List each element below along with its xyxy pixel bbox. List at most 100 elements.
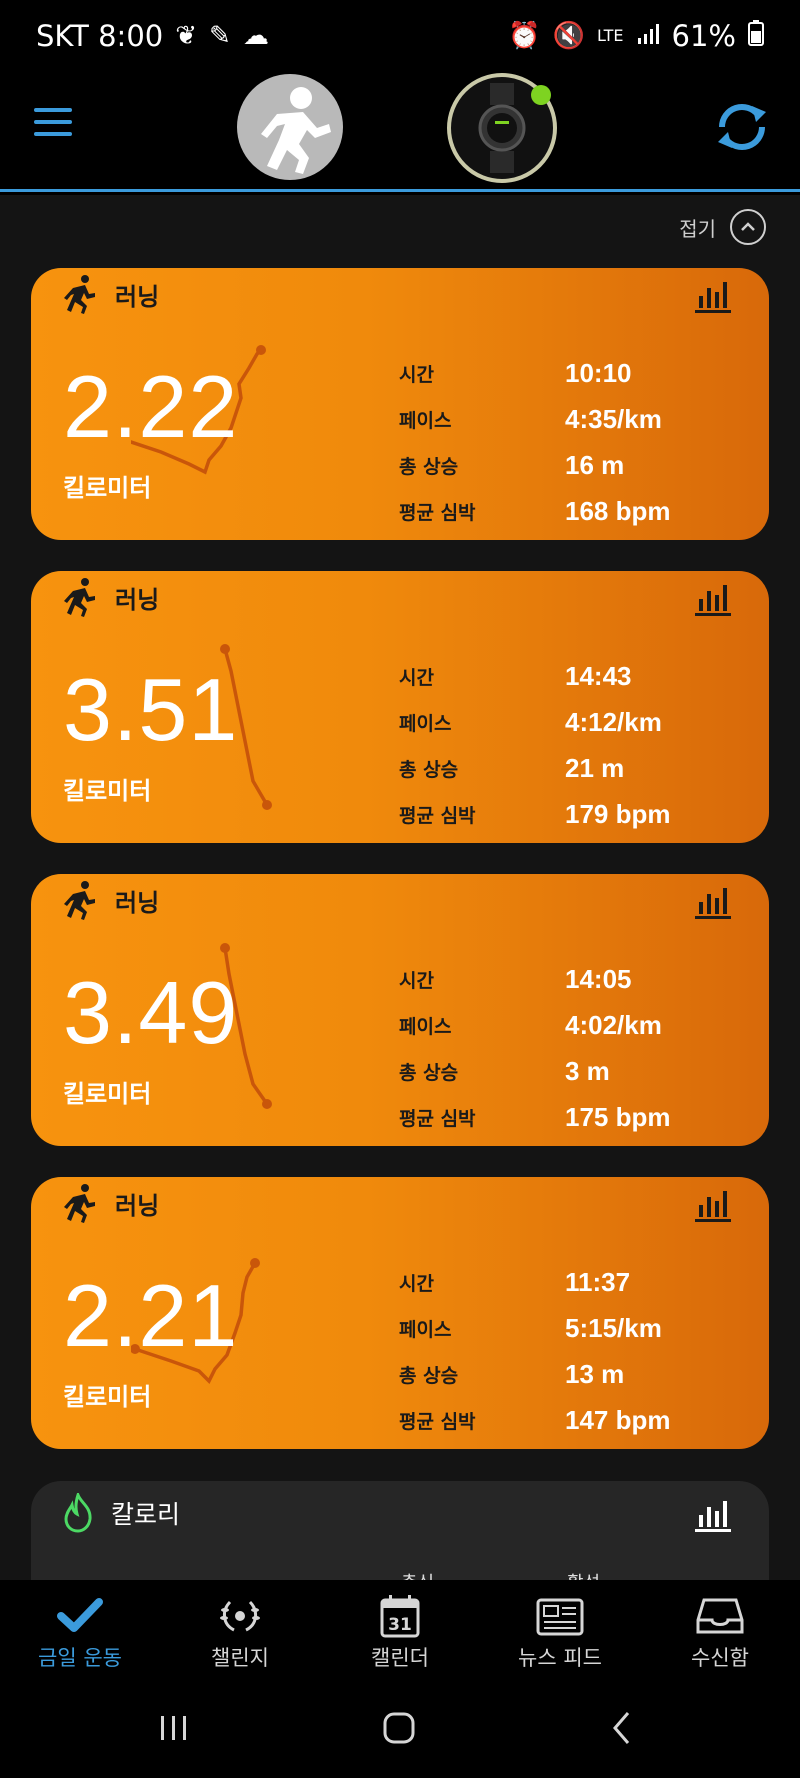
stat-row: 시간 14:05 bbox=[399, 956, 739, 1002]
system-navigation bbox=[0, 1680, 800, 1778]
stat-value: 16 m bbox=[565, 449, 625, 480]
stat-row: 페이스 5:15/km bbox=[399, 1305, 739, 1351]
stat-value: 179 bpm bbox=[565, 798, 671, 829]
stat-value: 14:43 bbox=[565, 660, 632, 691]
running-icon bbox=[64, 881, 95, 920]
activity-type-label: 러닝 bbox=[115, 1191, 160, 1220]
chart-icon[interactable] bbox=[695, 583, 731, 617]
runner-avatar-icon[interactable] bbox=[237, 74, 343, 180]
stat-row: 시간 11:37 bbox=[399, 1259, 739, 1305]
running-icon bbox=[64, 578, 95, 617]
flame-icon bbox=[64, 1493, 92, 1533]
stat-label: 평균 심박 bbox=[399, 1107, 476, 1130]
stat-row: 시간 10:10 bbox=[399, 350, 739, 396]
nav-label: 수신함 bbox=[691, 1646, 749, 1670]
stats-list: 시간 11:37 페이스 5:15/km 총 상승 13 m 평균 심박 147 bpm bbox=[399, 1259, 739, 1443]
calorie-label: 칼로리 bbox=[111, 1500, 181, 1529]
stat-row: 평균 심박 175 bpm bbox=[399, 1094, 739, 1140]
nav-today-workout[interactable]: 금일 운동 bbox=[0, 1580, 160, 1680]
recent-apps-icon[interactable] bbox=[158, 1708, 190, 1748]
stat-label: 평균 심박 bbox=[399, 501, 476, 524]
distance-unit: 킬로미터 bbox=[63, 1080, 152, 1108]
stat-row: 총 상승 21 m bbox=[399, 745, 739, 791]
back-icon[interactable] bbox=[610, 1708, 634, 1748]
sync-icon[interactable] bbox=[714, 102, 770, 152]
signal-icon bbox=[636, 19, 660, 53]
distance-value: 2.22 bbox=[63, 357, 239, 456]
cloud-icon: ☁ bbox=[242, 21, 269, 51]
nav-calendar[interactable]: 31 캘린더 bbox=[320, 1580, 480, 1680]
stat-value: 175 bpm bbox=[565, 1101, 671, 1132]
stat-row: 페이스 4:02/km bbox=[399, 1002, 739, 1048]
network-label: LTE bbox=[596, 26, 624, 45]
chevron-up-icon bbox=[730, 209, 766, 245]
bottom-navigation: 금일 운동 챌린지 31 캘린더 뉴스 피드 수신함 bbox=[0, 1580, 800, 1680]
chart-icon[interactable] bbox=[695, 886, 731, 920]
stat-label: 페이스 bbox=[399, 1318, 452, 1341]
stat-row: 페이스 4:35/km bbox=[399, 396, 739, 442]
inbox-icon bbox=[694, 1594, 746, 1638]
notification-icon: ❦ bbox=[175, 21, 198, 51]
watch-device-icon[interactable] bbox=[447, 73, 557, 183]
stat-label: 시간 bbox=[399, 969, 434, 992]
stat-label: 시간 bbox=[399, 363, 434, 386]
nav-challenge[interactable]: 챌린지 bbox=[160, 1580, 320, 1680]
stat-value: 4:02/km bbox=[565, 1009, 662, 1040]
home-icon[interactable] bbox=[382, 1708, 416, 1748]
app-header bbox=[0, 72, 800, 192]
shoe-icon: ✎ bbox=[209, 21, 231, 51]
stat-row: 평균 심박 147 bpm bbox=[399, 1397, 739, 1443]
running-icon bbox=[64, 1184, 95, 1223]
connection-status-dot bbox=[531, 85, 551, 105]
collapse-button[interactable]: 접기 bbox=[679, 209, 766, 245]
stats-list: 시간 14:43 페이스 4:12/km 총 상승 21 m 평균 심박 179 bpm bbox=[399, 653, 739, 837]
nav-label: 금일 운동 bbox=[38, 1646, 122, 1670]
stat-label: 페이스 bbox=[399, 712, 452, 735]
stats-list: 시간 10:10 페이스 4:35/km 총 상승 16 m 평균 심박 168 bpm bbox=[399, 350, 739, 534]
distance-value: 3.49 bbox=[63, 963, 239, 1062]
activity-card[interactable]: 러닝 3.51 킬로미터 시간 14:43 페이스 4:12/km 총 상승 21 m… bbox=[31, 571, 769, 843]
stat-label: 총 상승 bbox=[399, 1364, 459, 1387]
stat-label: 페이스 bbox=[399, 409, 452, 432]
stat-value: 4:35/km bbox=[565, 403, 662, 434]
activity-card[interactable]: 러닝 2.21 킬로미터 시간 11:37 페이스 5:15/km 총 상승 13 m… bbox=[31, 1177, 769, 1449]
stat-label: 총 상승 bbox=[399, 1061, 459, 1084]
distance-value: 2.21 bbox=[63, 1266, 239, 1365]
nav-inbox[interactable]: 수신함 bbox=[640, 1580, 800, 1680]
alarm-icon: ⏰ bbox=[508, 21, 541, 51]
calorie-peek-left: 총식 bbox=[401, 1569, 567, 1580]
stat-row: 페이스 4:12/km bbox=[399, 699, 739, 745]
distance-value: 3.51 bbox=[63, 660, 239, 759]
chart-icon[interactable] bbox=[695, 1499, 731, 1533]
calorie-peek-right: 활성 bbox=[567, 1569, 733, 1580]
nav-news-feed[interactable]: 뉴스 피드 bbox=[480, 1580, 640, 1680]
chart-icon[interactable] bbox=[695, 1189, 731, 1223]
status-bar: SKT 8:00 ❦ ✎ ☁ ⏰ 🔇 LTE 61% bbox=[0, 0, 800, 72]
stat-row: 총 상승 3 m bbox=[399, 1048, 739, 1094]
stat-label: 총 상승 bbox=[399, 758, 459, 781]
stat-value: 21 m bbox=[565, 752, 625, 783]
calendar-day: 31 bbox=[388, 1615, 412, 1635]
checkmark-icon bbox=[54, 1594, 106, 1638]
activity-card[interactable]: 러닝 3.49 킬로미터 시간 14:05 페이스 4:02/km 총 상승 3 m … bbox=[31, 874, 769, 1146]
distance-unit: 킬로미터 bbox=[63, 474, 152, 502]
stat-value: 147 bpm bbox=[565, 1404, 671, 1435]
stat-label: 시간 bbox=[399, 1272, 434, 1295]
activity-type-label: 러닝 bbox=[115, 282, 160, 311]
carrier-time: SKT 8:00 bbox=[36, 19, 164, 53]
stat-value: 3 m bbox=[565, 1055, 610, 1086]
stat-value: 10:10 bbox=[565, 357, 632, 388]
stat-row: 총 상승 16 m bbox=[399, 442, 739, 488]
hamburger-menu-icon[interactable] bbox=[34, 108, 72, 138]
activity-type-label: 러닝 bbox=[115, 585, 160, 614]
activity-type-label: 러닝 bbox=[115, 888, 160, 917]
stat-value: 5:15/km bbox=[565, 1312, 662, 1343]
calorie-card[interactable]: 칼로리 총식 활성 bbox=[31, 1481, 769, 1580]
chart-icon[interactable] bbox=[695, 280, 731, 314]
stat-row: 평균 심박 179 bpm bbox=[399, 791, 739, 837]
activity-card[interactable]: 러닝 2.22 킬로미터 시간 10:10 페이스 4:35/km 총 상승 16 m… bbox=[31, 268, 769, 540]
stat-value: 168 bpm bbox=[565, 495, 671, 526]
mute-icon: 🔇 bbox=[552, 21, 585, 51]
stat-label: 총 상승 bbox=[399, 455, 459, 478]
stat-label: 시간 bbox=[399, 666, 434, 689]
